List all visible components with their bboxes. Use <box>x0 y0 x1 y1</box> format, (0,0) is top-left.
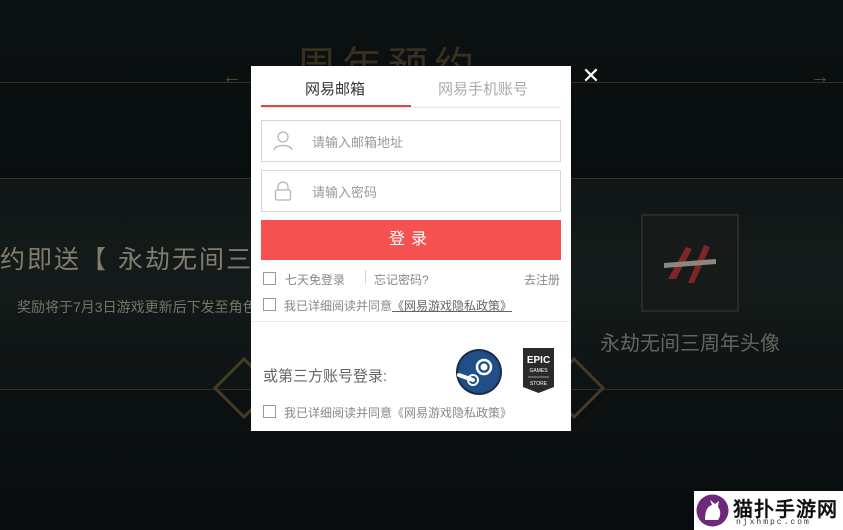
tab-email[interactable]: 网易邮箱 <box>305 78 365 99</box>
tab-phone[interactable]: 网易手机账号 <box>438 78 528 99</box>
epic-games-icon[interactable]: EPIC GAMES STORE <box>523 348 554 393</box>
epic-sub-text: GAMES <box>529 368 548 374</box>
login-tabs: 网易邮箱 网易手机账号 <box>261 66 561 108</box>
epic-logo-text: EPIC <box>527 355 550 366</box>
divider <box>251 321 571 322</box>
steam-icon[interactable] <box>456 349 502 395</box>
login-dialog: 网易邮箱 网易手机账号 登录 七天免登录 忘记密码? 去注册 我已详细阅读并同意… <box>251 66 571 431</box>
register-link[interactable]: 去注册 <box>524 271 560 288</box>
epic-store-text: STORE <box>530 381 548 387</box>
third-party-label: 或第三方账号登录: <box>263 368 388 385</box>
password-input[interactable] <box>310 179 554 205</box>
email-input[interactable] <box>310 129 554 155</box>
cat-logo-icon <box>696 494 729 527</box>
email-field[interactable] <box>261 120 561 162</box>
user-icon <box>273 131 293 151</box>
login-button[interactable]: 登录 <box>261 220 561 260</box>
password-field[interactable] <box>261 170 561 212</box>
forgot-password-link[interactable]: 忘记密码? <box>374 271 429 288</box>
third-party-agree-text: 我已详细阅读并同意《网易游戏隐私政策》 <box>284 406 513 420</box>
remember-label: 七天免登录 <box>285 273 346 287</box>
watermark: 猫扑手游网 njxhmpc.com <box>694 491 843 530</box>
divider <box>365 270 366 284</box>
agree-text: 我已详细阅读并同意《网易游戏隐私政策》 <box>284 297 512 314</box>
active-tab-indicator <box>261 105 411 107</box>
watermark-url: njxhmpc.com <box>736 518 811 527</box>
agree-checkbox[interactable] <box>263 298 276 311</box>
third-party-agree-checkbox[interactable] <box>263 405 276 418</box>
agree-prefix: 我已详细阅读并同意 <box>284 299 393 313</box>
privacy-policy-link[interactable]: 《网易游戏隐私政策》 <box>392 299 512 313</box>
close-icon[interactable]: ✕ <box>581 65 601 87</box>
remember-checkbox[interactable] <box>263 272 276 285</box>
lock-icon <box>274 181 292 201</box>
